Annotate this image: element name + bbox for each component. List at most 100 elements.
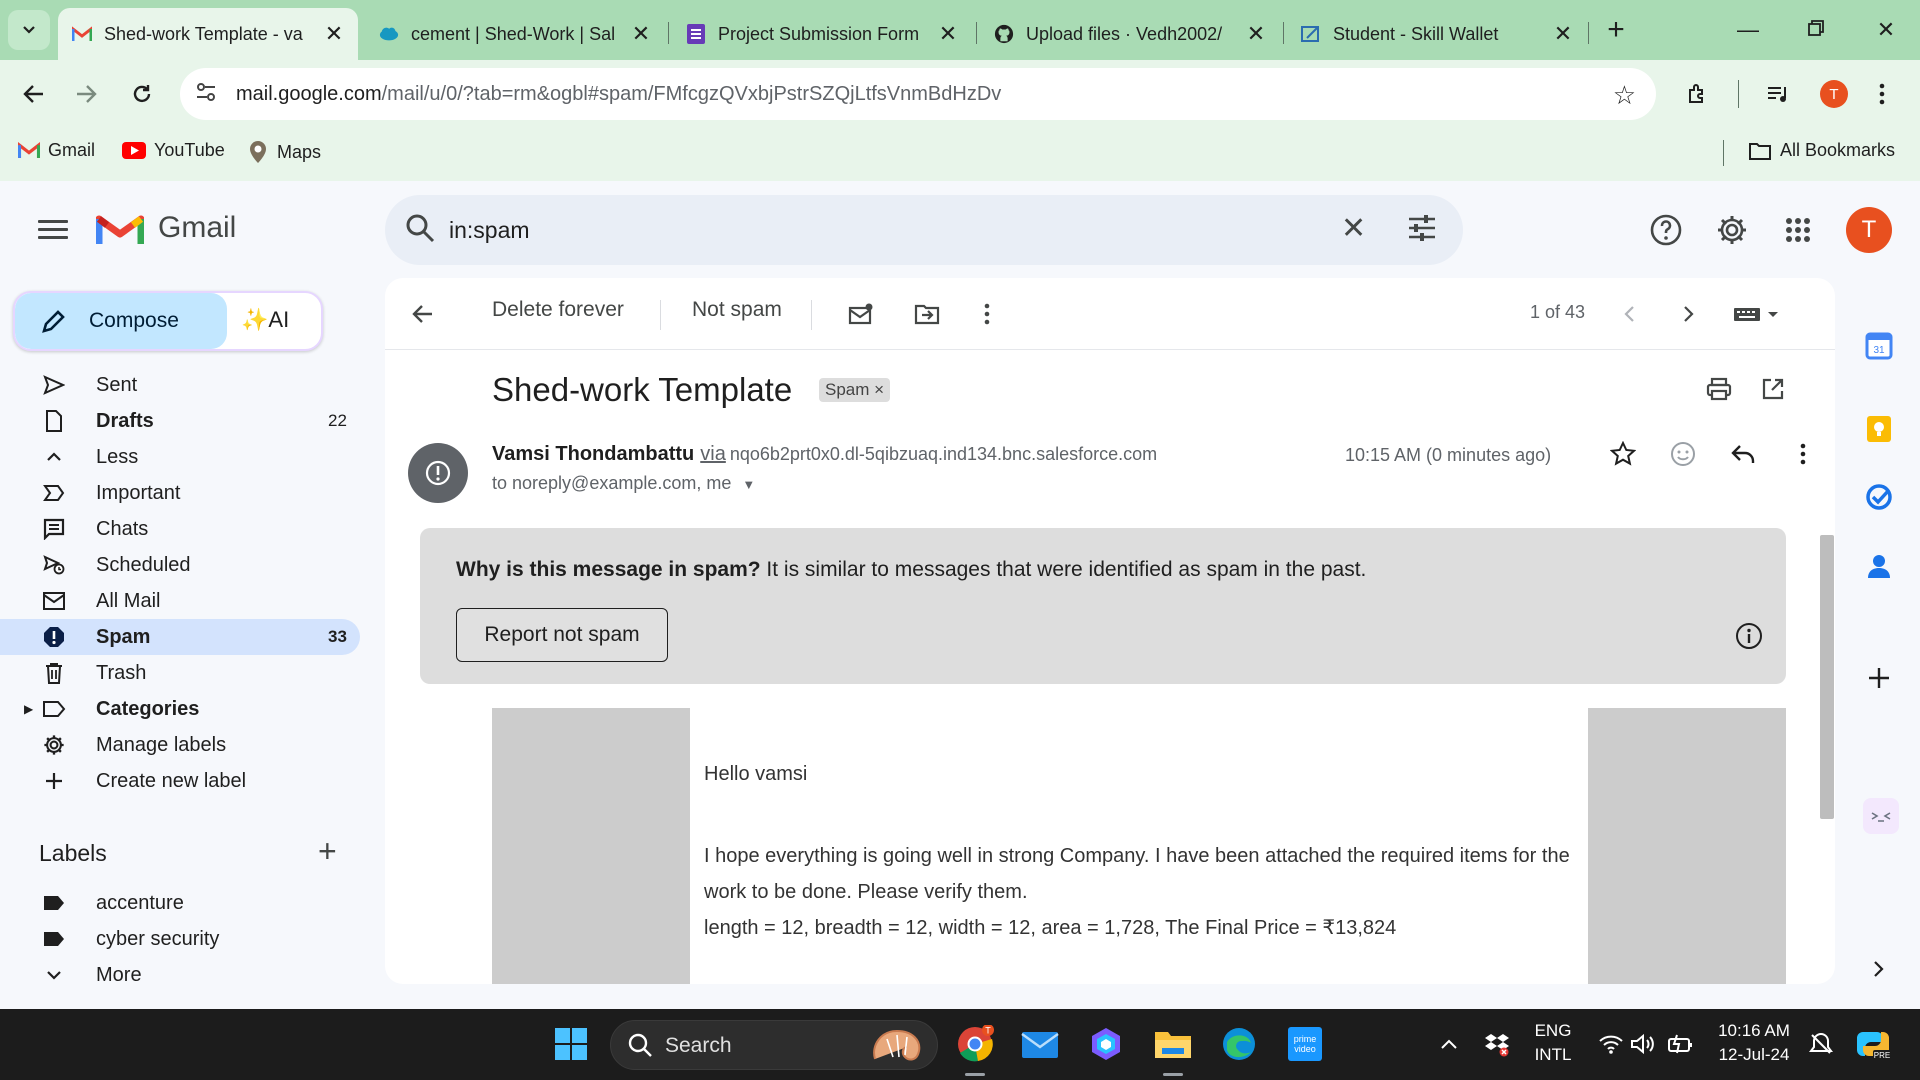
nav-item-important[interactable]: Important <box>0 475 360 511</box>
get-addons-icon[interactable] <box>1863 662 1895 694</box>
close-window-button[interactable]: ✕ <box>1866 10 1906 50</box>
close-icon[interactable]: ✕ <box>938 21 958 47</box>
close-icon[interactable]: ✕ <box>631 21 651 47</box>
bookmark-gmail[interactable]: Gmail <box>18 140 95 161</box>
address-bar[interactable]: mail.google.com/mail/u/0/?tab=rm&ogbl#sp… <box>180 68 1656 120</box>
browser-menu-icon[interactable] <box>1862 74 1902 114</box>
newer-button[interactable] <box>1613 298 1645 330</box>
nav-item-manage-labels[interactable]: Manage labels <box>0 727 360 763</box>
info-icon[interactable] <box>1735 622 1763 655</box>
delete-forever-button[interactable]: Delete forever <box>492 298 624 322</box>
help-icon[interactable] <box>1648 212 1684 248</box>
extensions-icon[interactable] <box>1678 74 1718 114</box>
account-avatar[interactable]: T <box>1846 207 1892 253</box>
ai-button[interactable]: ✨AI <box>241 307 289 333</box>
nav-item-spam[interactable]: Spam 33 <box>0 619 360 655</box>
star-icon[interactable] <box>1607 438 1639 470</box>
remove-label-icon[interactable]: × <box>874 380 884 399</box>
tab-search-button[interactable] <box>8 10 50 50</box>
message-more-icon[interactable] <box>1787 438 1819 470</box>
tab-salesforce[interactable]: cement | Shed-Work | Sal ✕ <box>365 8 665 60</box>
nav-item-chats[interactable]: Chats <box>0 511 360 547</box>
copilot-preview-icon[interactable]: PRE <box>1852 1023 1894 1065</box>
close-icon[interactable]: ✕ <box>1553 21 1573 47</box>
emoji-reaction-icon[interactable] <box>1667 438 1699 470</box>
nav-item-less[interactable]: Less <box>0 439 360 475</box>
nav-item-categories[interactable]: ▶ Categories <box>0 691 360 727</box>
reload-button[interactable] <box>122 74 162 114</box>
focus-assist-icon[interactable] <box>1800 1023 1842 1065</box>
older-button[interactable] <box>1673 298 1705 330</box>
nav-item-scheduled[interactable]: Scheduled <box>0 547 360 583</box>
tab-github[interactable]: Upload files · Vedh2002/ ✕ <box>980 8 1280 60</box>
gmail-logo[interactable]: Gmail <box>96 210 236 246</box>
tasks-icon[interactable] <box>1863 481 1895 513</box>
tab-gmail[interactable]: Shed-work Template - va ✕ <box>58 8 358 60</box>
report-not-spam-button[interactable]: Report not spam <box>456 608 668 662</box>
search-input[interactable] <box>449 209 1309 251</box>
edge-icon[interactable] <box>1218 1023 1260 1065</box>
show-details-icon[interactable]: ▼ <box>742 477 755 492</box>
mail-app-icon[interactable] <box>1019 1023 1061 1065</box>
back-button[interactable] <box>14 74 54 114</box>
tab-skill-wallet[interactable]: Student - Skill Wallet ✕ <box>1287 8 1587 60</box>
bookmark-maps[interactable]: Maps <box>247 140 321 164</box>
battery-icon[interactable] <box>1660 1023 1702 1065</box>
expand-panel-icon[interactable] <box>1863 953 1895 985</box>
more-actions-icon[interactable] <box>971 298 1003 330</box>
media-control-icon[interactable] <box>1758 74 1798 114</box>
labels-more[interactable]: More <box>0 957 360 993</box>
copilot-icon[interactable] <box>1085 1023 1127 1065</box>
bookmark-star-icon[interactable]: ☆ <box>1613 80 1636 111</box>
caret-right-icon[interactable]: ▶ <box>24 702 33 716</box>
add-label-button[interactable]: + <box>318 833 337 870</box>
gear-icon[interactable] <box>1714 212 1750 248</box>
tab-forms[interactable]: Project Submission Form ✕ <box>672 8 972 60</box>
search-icon[interactable] <box>405 213 435 248</box>
back-to-list-button[interactable] <box>407 298 439 330</box>
nav-item-trash[interactable]: Trash <box>0 655 360 691</box>
minimize-button[interactable]: — <box>1728 10 1768 50</box>
clear-search-icon[interactable]: ✕ <box>1341 211 1366 246</box>
all-bookmarks-button[interactable]: All Bookmarks <box>1748 140 1895 161</box>
compose-button[interactable]: Compose <box>15 293 227 349</box>
new-tab-button[interactable]: + <box>1598 12 1634 48</box>
site-info-icon[interactable] <box>196 82 236 106</box>
open-in-new-window-icon[interactable] <box>1757 373 1789 405</box>
clock-time[interactable]: 10:16 AM <box>1710 1021 1798 1041</box>
clock-date[interactable]: 12-Jul-24 <box>1710 1045 1798 1065</box>
via-link[interactable]: via <box>700 443 726 465</box>
contacts-icon[interactable] <box>1863 550 1895 582</box>
keep-icon[interactable] <box>1863 413 1895 445</box>
close-icon[interactable]: ✕ <box>324 21 344 47</box>
taskbar-search[interactable]: Search <box>610 1020 938 1070</box>
bookmark-youtube[interactable]: YouTube <box>122 140 225 161</box>
show-hidden-icons[interactable] <box>1428 1023 1470 1065</box>
dropbox-icon[interactable] <box>1476 1023 1518 1065</box>
spam-label-chip[interactable]: Spam × <box>819 378 891 402</box>
file-explorer-icon[interactable] <box>1152 1023 1194 1065</box>
label-item-accenture[interactable]: accenture <box>0 885 360 921</box>
windows-start-icon[interactable] <box>550 1023 592 1065</box>
chrome-icon[interactable]: T <box>954 1023 996 1065</box>
nav-item-all-mail[interactable]: All Mail <box>0 583 360 619</box>
print-icon[interactable] <box>1703 373 1735 405</box>
forward-button[interactable] <box>66 74 106 114</box>
label-item-cyber-security[interactable]: cyber security <box>0 921 360 957</box>
nav-item-sent[interactable]: Sent <box>0 367 360 403</box>
sender-avatar[interactable] <box>408 443 468 503</box>
mail-search-bar[interactable]: ✕ <box>385 195 1463 265</box>
apps-grid-icon[interactable] <box>1780 212 1816 248</box>
gemini-panel-icon[interactable] <box>1863 798 1899 834</box>
not-spam-button[interactable]: Not spam <box>692 298 782 322</box>
calendar-icon[interactable]: 31 <box>1863 330 1895 362</box>
nav-item-create-label[interactable]: Create new label <box>0 763 360 799</box>
reply-icon[interactable] <box>1727 438 1759 470</box>
main-menu-button[interactable] <box>38 215 68 244</box>
language-top[interactable]: ENG <box>1530 1021 1576 1041</box>
sender-name[interactable]: Vamsi Thondambattu <box>492 443 694 465</box>
scrollbar[interactable] <box>1820 535 1834 819</box>
browser-profile-avatar[interactable]: T <box>1820 80 1848 108</box>
restore-button[interactable] <box>1796 10 1836 50</box>
prime-video-icon[interactable]: prime video <box>1284 1023 1326 1065</box>
